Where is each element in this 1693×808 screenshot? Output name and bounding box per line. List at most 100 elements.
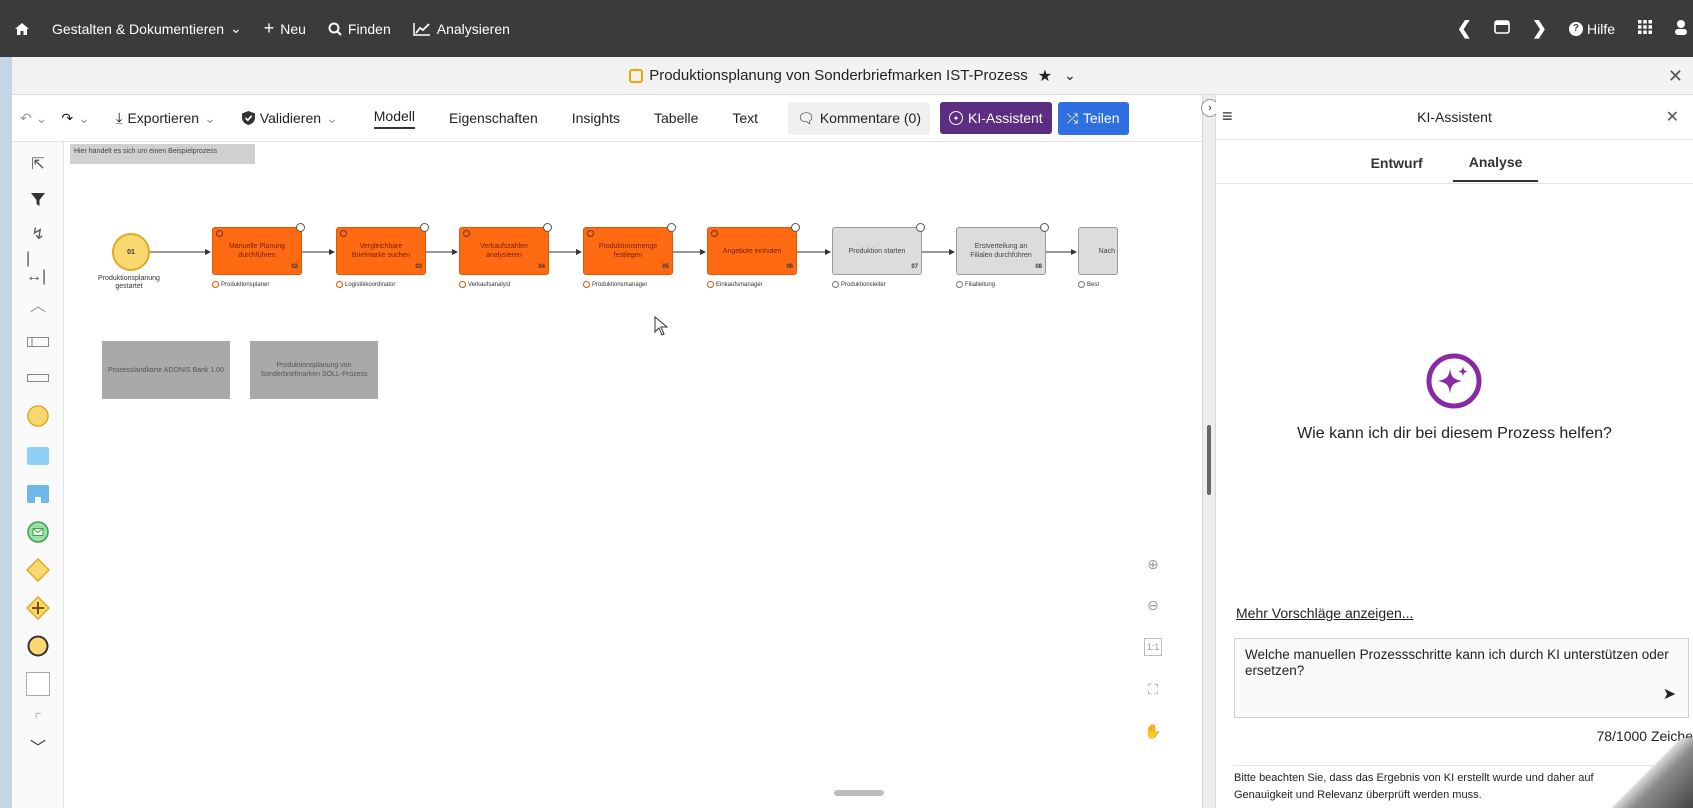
home-icon[interactable] [14,22,30,36]
filter-icon[interactable] [26,188,50,212]
event-marker-icon [340,230,347,237]
bracket-shape-icon[interactable]: ⌜ [26,708,50,732]
user-icon[interactable] [1675,19,1687,38]
chevron-down-icon: ⌄ [229,20,242,36]
task-label: Nach [1098,247,1115,255]
process-task[interactable]: Nach [1078,227,1118,275]
start-event[interactable]: 01 [112,233,150,271]
menu-icon[interactable]: ≡ [1222,106,1233,127]
gateway-shape-icon[interactable] [26,558,50,582]
end-event-shape-icon[interactable] [26,634,50,658]
task-label: Erstverteilung an Filialen durchführen [970,243,1032,259]
task-role: Filialleitung [956,281,995,288]
tab-insights[interactable]: Insights [572,110,620,126]
find-button[interactable]: Finden [328,21,391,37]
chart-icon [412,22,430,36]
new-button[interactable]: + Neu [264,18,306,39]
chevron-down-icon[interactable]: ﹀ [26,734,50,758]
connector-tool-icon[interactable]: ↯ [26,222,50,246]
process-task[interactable]: Erstverteilung an Filialen durchführen 0… [956,223,1049,275]
share-button[interactable]: ⤮ Teilen [1057,101,1129,135]
task-shape-icon[interactable] [26,444,50,468]
pan-hand-icon[interactable]: ✋ [1144,722,1162,740]
tab-table[interactable]: Tabelle [654,110,698,126]
tab-properties[interactable]: Eigenschaften [449,110,538,126]
task-role: Produktionsmanager [583,281,647,288]
comments-button[interactable]: 🗨 Kommentare (0) [788,101,930,135]
ki-disclaimer: Bitte beachten Sie, dass das Ergebnis vo… [1234,765,1654,804]
process-task[interactable]: Manuelle Planung durchführen 02 [212,223,305,275]
chevron-left-icon[interactable]: ❮ [1457,18,1472,39]
process-task[interactable]: Verkaufszahlen analysieren 04 [459,223,552,275]
more-suggestions-link[interactable]: Mehr Vorschläge anzeigen... [1236,605,1413,621]
close-icon[interactable]: ✕ [1666,107,1679,127]
process-task[interactable]: Produktionsmenge festlegen 05 [583,223,676,275]
subprocess-shape-icon[interactable] [26,482,50,506]
process-task[interactable]: Produktion starten 07 [832,223,925,275]
process-task[interactable]: Angebote einholen 06 [707,223,800,275]
topbar-right-controls: ❮ ❯ ? Hilfe [1457,0,1693,57]
validate-button[interactable]: Validieren ⌄ [241,110,338,127]
document-marker-icon [1040,223,1049,232]
undo-button[interactable]: ↶ ⌄ [20,110,47,127]
zoom-in-icon[interactable]: ⊕ [1144,555,1162,573]
event-marker-icon [463,230,470,237]
fit-page-icon[interactable]: ⛶ [1144,680,1162,698]
zoom-out-icon[interactable]: ⊖ [1144,596,1162,614]
lane-shape-icon[interactable] [26,366,50,390]
window-icon[interactable] [1494,20,1510,37]
tab-text[interactable]: Text [732,110,758,126]
linked-process-box[interactable]: Prozesslandkarte ADONIS Bank 1.00 [102,341,230,399]
star-icon[interactable]: ★ [1038,66,1052,86]
actual-size-icon[interactable]: 1:1 [1144,638,1162,656]
horizontal-scrollbar[interactable] [834,790,884,796]
tab-model[interactable]: Modell [373,108,416,129]
app-window: Gestalten & Dokumentieren ⌄ + Neu Finden… [0,0,1693,808]
ki-assistant-button[interactable]: ✦ KI-Assistent [940,102,1052,134]
task-number: 02 [291,264,298,270]
design-document-label: Gestalten & Dokumentieren [52,20,224,37]
role-icon [212,281,219,288]
ki-prompt-input[interactable]: Welche manuellen Prozessschritte kann ic… [1234,638,1689,718]
search-icon [328,22,342,36]
task-label: Verkaufszahlen analysieren [480,243,528,259]
task-role: Produktionsleiter [832,281,886,288]
linked-process-box[interactable]: Produktionsplanung von Sonderbriefmarken… [250,341,378,399]
annotation-shape-icon[interactable] [26,672,50,696]
message-event-shape-icon[interactable] [26,520,50,544]
chevron-down-icon[interactable]: ⌄ [1064,67,1076,84]
pointer-tool-icon[interactable]: ⇱ [26,152,50,176]
comment-icon: 🗨 [797,109,815,126]
role-label: Produktionsmanager [592,281,648,288]
page-curl-decoration [1603,738,1693,808]
grid-icon[interactable] [1637,19,1653,38]
help-button[interactable]: ? Hilfe [1568,21,1615,37]
start-event-shape-icon[interactable] [26,404,50,428]
pool-shape-icon[interactable] [26,330,50,354]
download-icon: ⤓ [115,109,123,127]
task-label: Vergleichbare Briefmarke suchen [351,243,411,259]
chevron-up-icon[interactable]: ︿ [26,292,50,316]
parallel-gateway-shape-icon[interactable] [26,596,50,620]
modeling-canvas[interactable]: Hier handelt es sich um einen Beispielpr… [64,142,1202,808]
splitter-handle[interactable] [1207,425,1211,495]
analyze-button[interactable]: Analysieren [412,21,510,37]
send-icon[interactable]: ➤ [1663,687,1676,703]
redo-button[interactable]: ↷ ⌄ [61,110,89,127]
distribute-icon[interactable]: |↔| [26,250,50,285]
help-icon: ? [1568,21,1583,36]
ki-assistant-panel: ≡ KI-Assistent ✕ Entwurf Analyse Wie kan… [1216,95,1693,808]
close-icon[interactable]: ✕ [1668,66,1683,87]
tab-draft[interactable]: Entwurf [1371,143,1423,181]
task-number: 07 [911,264,918,270]
role-label: Verkaufsanalyst [468,281,511,288]
tab-analysis[interactable]: Analyse [1452,142,1539,182]
task-label: Produktionsmenge festlegen [598,243,658,259]
sparkle-icon: ✦ [949,111,963,125]
design-document-menu[interactable]: Gestalten & Dokumentieren ⌄ [52,20,242,37]
role-icon [832,281,839,288]
process-task[interactable]: Vergleichbare Briefmarke suchen 03 [336,223,429,275]
panel-splitter[interactable]: › [1201,95,1219,808]
chevron-right-icon[interactable]: ❯ [1532,18,1547,39]
export-button[interactable]: ⤓ Exportieren ⌄ [116,110,216,127]
